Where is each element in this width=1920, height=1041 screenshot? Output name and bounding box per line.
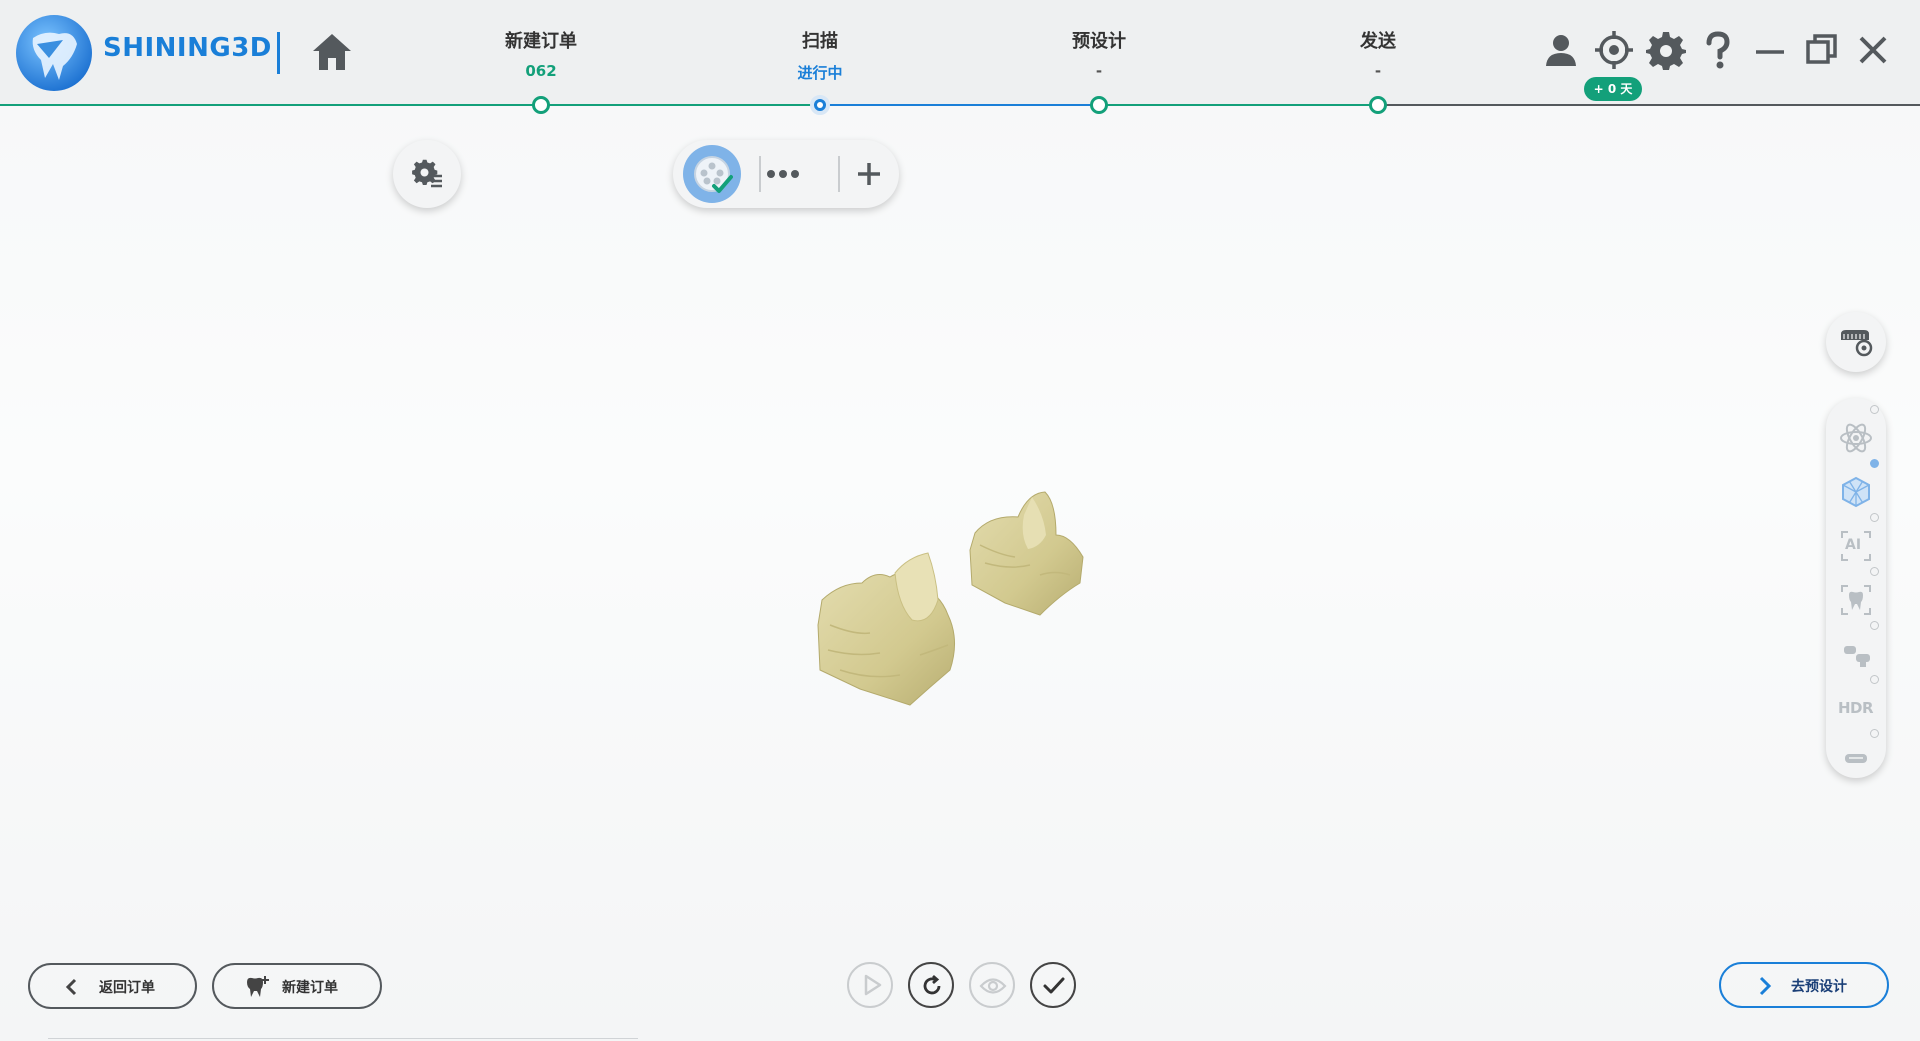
progress-line-done-1 — [0, 104, 818, 106]
go-pre-design-button[interactable]: 去预设计 — [1719, 962, 1889, 1008]
step-dot — [1369, 96, 1387, 114]
new-order-label: 新建订单 — [282, 980, 338, 996]
teeth-gear-icon — [1841, 330, 1873, 357]
restore-icon[interactable] — [1802, 30, 1842, 70]
atom-icon[interactable] — [1836, 418, 1876, 458]
step-title: 预设计 — [1072, 31, 1126, 52]
bottom-divider — [48, 1038, 638, 1039]
plus-icon[interactable] — [849, 154, 889, 194]
more-icon[interactable] — [759, 154, 807, 194]
ai-icon[interactable]: AI — [1836, 526, 1876, 566]
step-value: - — [1095, 62, 1103, 80]
cube-wireframe-icon[interactable] — [1836, 472, 1876, 512]
step-dot — [1090, 96, 1108, 114]
option-indicator — [1870, 513, 1879, 522]
back-to-order-label: 返回订单 — [99, 980, 155, 996]
close-icon[interactable] — [1853, 30, 1893, 70]
brand-name: SHINING3D — [103, 33, 272, 63]
toolbar-separator — [838, 156, 840, 192]
step-title: 新建订单 — [505, 31, 577, 52]
hdr-icon[interactable]: HDR — [1836, 688, 1876, 728]
eye-icon — [979, 978, 1007, 994]
scan-mode-toolbar — [673, 140, 899, 208]
option-indicator-active — [1870, 459, 1879, 468]
step-title: 发送 — [1360, 31, 1396, 52]
refresh-icon — [923, 974, 941, 995]
view-button[interactable] — [969, 962, 1015, 1008]
chevron-right-icon — [1759, 976, 1772, 996]
abutment-icon[interactable] — [1836, 634, 1876, 674]
question-icon[interactable] — [1698, 30, 1738, 70]
scan-options-panel: AI HDR — [1826, 398, 1886, 778]
go-pre-design-label: 去预设计 — [1791, 979, 1847, 995]
gear-list-icon — [412, 159, 442, 188]
ai-label: AI — [1845, 537, 1862, 553]
back-to-order-button[interactable]: 返回订单 — [28, 963, 197, 1009]
shining3d-logo — [16, 15, 92, 91]
option-indicator — [1870, 567, 1879, 576]
progress-line-current — [818, 104, 1098, 106]
film-reel-check-icon — [694, 156, 733, 193]
scan-body-icon[interactable] — [1836, 738, 1876, 778]
scan-view-button[interactable] — [1826, 312, 1886, 372]
step-title: 扫描 — [802, 31, 838, 52]
option-indicator — [1870, 621, 1879, 630]
step-value: 进行中 — [797, 64, 843, 82]
scan-settings-button[interactable] — [393, 140, 461, 208]
step-dot — [532, 96, 550, 114]
chevron-left-icon — [65, 978, 77, 996]
minimize-icon[interactable] — [1750, 30, 1790, 70]
header: SHINING3D 新建订单 062 扫描 进行中 预设计 - 发送 - + 0… — [0, 0, 1920, 115]
option-indicator — [1870, 405, 1879, 414]
option-indicator — [1870, 729, 1879, 738]
progress-line-rest — [1380, 104, 1920, 106]
hdr-label: HDR — [1838, 699, 1874, 717]
play-button[interactable] — [847, 962, 893, 1008]
user-icon[interactable] — [1541, 30, 1581, 70]
step-dot-active — [810, 95, 830, 115]
option-indicator — [1870, 675, 1879, 684]
progress-line-done-2 — [1098, 104, 1380, 106]
crosshair-icon[interactable] — [1594, 30, 1634, 70]
check-icon — [1043, 977, 1065, 994]
scan-mode-button[interactable] — [683, 145, 741, 203]
days-badge: + 0 天 — [1584, 77, 1642, 101]
gear-icon[interactable] — [1646, 30, 1686, 70]
scanned-model[interactable] — [800, 475, 1140, 735]
tooth-plus-icon — [247, 976, 269, 997]
step-value: 062 — [525, 62, 557, 80]
home-icon[interactable] — [310, 30, 354, 74]
play-icon — [864, 974, 882, 996]
brand-separator — [277, 32, 280, 74]
confirm-button[interactable] — [1030, 962, 1076, 1008]
step-value: - — [1374, 62, 1382, 80]
tooth-view-icon[interactable] — [1836, 580, 1876, 620]
new-order-button[interactable]: 新建订单 — [212, 963, 382, 1009]
rescan-button[interactable] — [908, 962, 954, 1008]
